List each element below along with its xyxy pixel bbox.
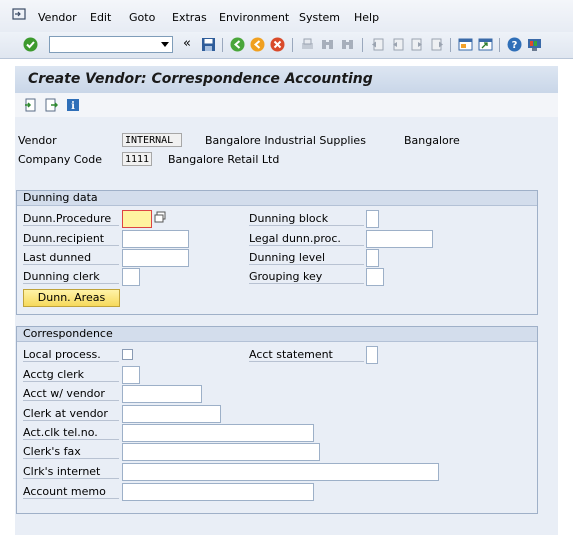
clerk-internet-field[interactable] — [122, 463, 439, 481]
last-page-icon[interactable] — [430, 37, 445, 52]
create-session-icon[interactable] — [458, 37, 473, 52]
account-memo-label: Account memo — [23, 485, 119, 499]
dunning-clerk-field[interactable] — [122, 268, 140, 286]
menu-system[interactable]: System — [299, 11, 340, 24]
previous-page-icon[interactable] — [390, 37, 405, 52]
menu-bar: Vendor Edit Goto Extras Environment Syst… — [0, 0, 573, 32]
dunn-procedure-label: Dunn.Procedure — [23, 212, 119, 226]
dunn-recipient-field[interactable] — [122, 230, 189, 248]
clerk-internet-label: Clrk's internet — [23, 465, 119, 479]
clerk-vendor-field[interactable] — [122, 405, 221, 423]
dunn-procedure-field[interactable] — [122, 210, 152, 228]
toolbar-separator — [450, 38, 451, 52]
company-code-value: 1111 — [122, 152, 152, 166]
acct-statement-label: Acct statement — [249, 348, 364, 362]
shortcut-icon[interactable] — [478, 37, 493, 52]
grouping-key-field[interactable] — [366, 268, 384, 286]
acct-statement-field[interactable] — [366, 346, 378, 364]
cancel-icon[interactable] — [270, 37, 285, 52]
dunning-data-title: Dunning data — [17, 191, 537, 206]
menu-icon[interactable] — [12, 8, 26, 20]
company-name: Bangalore Retail Ltd — [168, 153, 280, 166]
svg-text:?: ? — [512, 40, 518, 51]
check-icon[interactable] — [23, 37, 38, 52]
toolbar-separator — [362, 38, 363, 52]
dunn-areas-button[interactable]: Dunn. Areas — [23, 289, 120, 307]
print-icon[interactable] — [300, 37, 315, 52]
acctg-clerk-field[interactable] — [122, 366, 140, 384]
menu-vendor[interactable]: Vendor — [38, 11, 77, 24]
application-toolbar: i — [15, 93, 558, 117]
find-next-icon[interactable] — [340, 37, 355, 52]
search-help-icon[interactable] — [154, 211, 166, 223]
next-screen-icon[interactable] — [44, 98, 59, 112]
page-title: Create Vendor: Correspondence Accounting — [28, 71, 373, 87]
vendor-value: INTERNAL — [122, 133, 182, 147]
dunning-block-label: Dunning block — [249, 212, 364, 226]
clerk-vendor-label: Clerk at vendor — [23, 407, 119, 421]
chevron-down-icon[interactable] — [161, 42, 169, 47]
next-page-icon[interactable] — [410, 37, 425, 52]
legal-dunn-proc-label: Legal dunn.proc. — [249, 232, 364, 246]
back-icon[interactable] — [230, 37, 245, 52]
vendor-name: Bangalore Industrial Supplies — [205, 134, 366, 147]
dunning-block-field[interactable] — [366, 210, 379, 228]
menu-help[interactable]: Help — [354, 11, 379, 24]
menu-edit[interactable]: Edit — [90, 11, 111, 24]
grouping-key-label: Grouping key — [249, 270, 364, 284]
clerk-fax-field[interactable] — [122, 443, 320, 461]
svg-text:i: i — [71, 101, 75, 112]
dunning-data-group: Dunning data Dunn.Procedure Dunning bloc… — [16, 190, 538, 315]
last-dunned-label: Last dunned — [23, 251, 119, 265]
toolbar-separator — [499, 38, 500, 52]
dunning-level-field[interactable] — [366, 249, 379, 267]
menu-extras[interactable]: Extras — [172, 11, 207, 24]
customize-icon[interactable] — [527, 37, 542, 52]
help-icon[interactable]: ? — [507, 37, 522, 52]
acctg-clerk-label: Acctg clerk — [23, 368, 119, 382]
save-icon[interactable] — [201, 37, 216, 52]
find-icon[interactable] — [320, 37, 335, 52]
title-bar: Create Vendor: Correspondence Accounting — [15, 66, 558, 93]
clerk-fax-label: Clerk's fax — [23, 445, 119, 459]
info-icon[interactable]: i — [66, 98, 80, 112]
first-page-icon[interactable] — [370, 37, 385, 52]
company-code-label: Company Code — [18, 153, 102, 166]
clerk-tel-field[interactable] — [122, 424, 314, 442]
vendor-city: Bangalore — [404, 134, 460, 147]
clerk-tel-label: Act.clk tel.no. — [23, 426, 119, 440]
correspondence-group: Correspondence Local process. Acct state… — [16, 326, 538, 514]
menu-environment[interactable]: Environment — [219, 11, 289, 24]
content-area: Vendor INTERNAL Bangalore Industrial Sup… — [15, 117, 558, 535]
double-arrow-icon[interactable]: « — [183, 36, 198, 51]
dunn-recipient-label: Dunn.recipient — [23, 232, 119, 246]
acct-vendor-label: Acct w/ vendor — [23, 387, 119, 401]
local-process-checkbox[interactable] — [122, 349, 133, 360]
vendor-label: Vendor — [18, 134, 57, 147]
correspondence-title: Correspondence — [17, 327, 537, 342]
toolbar-separator — [222, 38, 223, 52]
previous-screen-icon[interactable] — [24, 98, 38, 112]
toolbar-separator — [292, 38, 293, 52]
acct-vendor-field[interactable] — [122, 385, 202, 403]
command-field[interactable] — [49, 36, 173, 53]
exit-icon[interactable] — [250, 37, 265, 52]
last-dunned-field[interactable] — [122, 249, 189, 267]
dunning-clerk-label: Dunning clerk — [23, 270, 119, 284]
legal-dunn-proc-field[interactable] — [366, 230, 433, 248]
account-memo-field[interactable] — [122, 483, 314, 501]
dunning-level-label: Dunning level — [249, 251, 364, 265]
local-process-label: Local process. — [23, 348, 119, 362]
menu-goto[interactable]: Goto — [129, 11, 155, 24]
